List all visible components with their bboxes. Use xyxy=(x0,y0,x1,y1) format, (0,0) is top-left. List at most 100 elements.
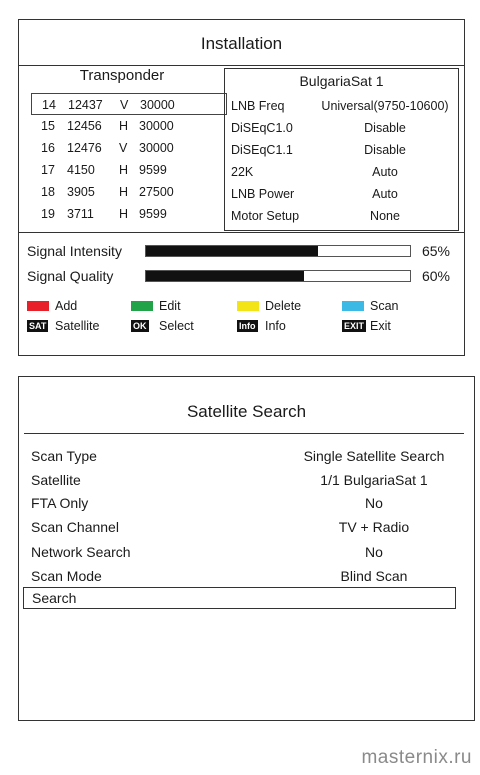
tp-polarization: H xyxy=(119,207,129,221)
signal-intensity-bar xyxy=(145,245,411,257)
setting-label: LNB Freq xyxy=(231,99,285,113)
legend-label: Exit xyxy=(370,319,391,333)
tp-frequency: 3711 xyxy=(67,207,94,221)
scan-mode-row[interactable]: Scan Mode Blind Scan xyxy=(31,565,471,587)
info-key-icon: Info xyxy=(237,320,258,332)
satellite-search-title: Satellite Search xyxy=(186,402,307,421)
scan-type-row[interactable]: Scan Type Single Satellite Search xyxy=(31,445,471,467)
tp-number: 17 xyxy=(41,163,55,177)
signal-intensity-row: Signal Intensity 65% xyxy=(27,240,458,262)
signal-intensity-label: Signal Intensity xyxy=(27,243,122,259)
search-button[interactable]: Search xyxy=(23,587,456,609)
tp-polarization: V xyxy=(120,98,129,112)
installation-title: Installation xyxy=(200,34,283,53)
setting-22k[interactable]: 22K Auto xyxy=(231,161,454,183)
sat-key-icon: SAT xyxy=(27,320,49,332)
setting-lnb-power[interactable]: LNB Power Auto xyxy=(231,183,454,205)
exit-key-icon: EXIT xyxy=(342,320,367,332)
setting-diseqc11[interactable]: DiSEqC1.1 Disable xyxy=(231,139,454,161)
row-value: No xyxy=(365,495,383,511)
yellow-key-icon xyxy=(237,301,259,311)
legend-label: Select xyxy=(159,319,194,333)
transponder-row[interactable]: 19 3711 H 9599 xyxy=(31,203,227,225)
tp-number: 18 xyxy=(41,185,55,199)
network-search-row[interactable]: Network Search No xyxy=(31,541,471,563)
row-label: Network Search xyxy=(31,544,131,560)
setting-value: Auto xyxy=(372,165,398,179)
setting-value: Disable xyxy=(364,121,406,135)
setting-motor-setup[interactable]: Motor Setup None xyxy=(231,205,454,227)
row-value: No xyxy=(365,544,383,560)
row-value: Single Satellite Search xyxy=(303,448,445,464)
tp-symbol-rate: 9599 xyxy=(139,163,167,177)
signal-quality-row: Signal Quality 60% xyxy=(27,265,458,287)
blue-key-icon xyxy=(342,301,364,311)
red-key-icon xyxy=(27,301,49,311)
row-label: Scan Channel xyxy=(31,519,119,535)
legend-label: Scan xyxy=(370,299,399,313)
setting-value: None xyxy=(370,209,400,223)
signal-divider xyxy=(19,232,464,233)
title-divider xyxy=(19,65,464,66)
row-value: Blind Scan xyxy=(340,568,408,584)
watermark: masternix.ru xyxy=(361,747,472,768)
tp-symbol-rate: 30000 xyxy=(140,98,175,112)
signal-quality-bar xyxy=(145,270,411,282)
tp-symbol-rate: 30000 xyxy=(139,141,174,155)
setting-label: LNB Power xyxy=(231,187,295,201)
tp-symbol-rate: 30000 xyxy=(139,119,174,133)
tp-frequency: 12476 xyxy=(67,141,102,155)
setting-label: Motor Setup xyxy=(231,209,300,223)
signal-quality-fill xyxy=(146,271,305,281)
setting-label: 22K xyxy=(231,165,254,179)
satellite-info-box: BulgariaSat 1 LNB Freq Universal(9750-10… xyxy=(224,68,459,231)
tp-number: 16 xyxy=(41,141,55,155)
row-value: TV + Radio xyxy=(338,519,410,535)
satellite-search-panel: Satellite Search Scan Type Single Satell… xyxy=(18,376,475,721)
transponder-row[interactable]: 18 3905 H 27500 xyxy=(31,181,227,203)
tp-polarization: H xyxy=(119,119,129,133)
tp-frequency: 12437 xyxy=(68,98,103,112)
signal-quality-value: 60% xyxy=(421,268,450,284)
row-value: 1/1 BulgariaSat 1 xyxy=(320,472,428,488)
ok-key-icon: OK xyxy=(131,320,149,332)
tp-frequency: 4150 xyxy=(67,163,95,177)
green-key-icon xyxy=(131,301,153,311)
tp-number: 15 xyxy=(41,119,55,133)
tp-polarization: H xyxy=(119,163,129,177)
fta-only-row[interactable]: FTA Only No xyxy=(31,492,471,514)
legend-label: Add xyxy=(55,299,78,313)
setting-lnb-freq[interactable]: LNB Freq Universal(9750-10600) xyxy=(231,95,454,117)
setting-diseqc10[interactable]: DiSEqC1.0 Disable xyxy=(231,117,454,139)
transponder-row[interactable]: 15 12456 H 30000 xyxy=(31,115,227,137)
setting-label: DiSEqC1.0 xyxy=(231,121,293,135)
legend-label: Info xyxy=(265,319,286,333)
transponder-list: 14 12437 V 30000 15 12456 H 30000 16 124… xyxy=(31,93,227,225)
satellite-name: BulgariaSat 1 xyxy=(299,73,384,89)
signal-quality-label: Signal Quality xyxy=(27,268,114,284)
transponder-row[interactable]: 17 4150 H 9599 xyxy=(31,159,227,181)
legend-label: Edit xyxy=(159,299,181,313)
legend-label: Delete xyxy=(265,299,302,313)
signal-intensity-value: 65% xyxy=(421,243,450,259)
transponder-row[interactable]: 16 12476 V 30000 xyxy=(31,137,227,159)
tp-symbol-rate: 27500 xyxy=(139,185,174,199)
installation-panel: Installation Transponder 14 12437 V 3000… xyxy=(18,19,465,356)
tp-number: 14 xyxy=(42,98,56,112)
setting-value: Auto xyxy=(372,187,398,201)
row-label: FTA Only xyxy=(31,495,89,511)
satellite-row[interactable]: Satellite 1/1 BulgariaSat 1 xyxy=(31,469,471,491)
row-label: Satellite xyxy=(31,472,81,488)
tp-symbol-rate: 9599 xyxy=(139,207,167,221)
tp-frequency: 3905 xyxy=(67,185,95,199)
legend-label: Satellite xyxy=(55,319,100,333)
transponder-row[interactable]: 14 12437 V 30000 xyxy=(31,93,227,115)
title-divider xyxy=(24,433,464,434)
transponder-header: Transponder xyxy=(79,67,165,84)
setting-label: DiSEqC1.1 xyxy=(231,143,293,157)
setting-value: Universal(9750-10600) xyxy=(321,99,449,113)
row-label: Scan Type xyxy=(31,448,97,464)
scan-channel-row[interactable]: Scan Channel TV + Radio xyxy=(31,516,471,538)
tp-polarization: V xyxy=(119,141,128,155)
row-label: Scan Mode xyxy=(31,568,102,584)
